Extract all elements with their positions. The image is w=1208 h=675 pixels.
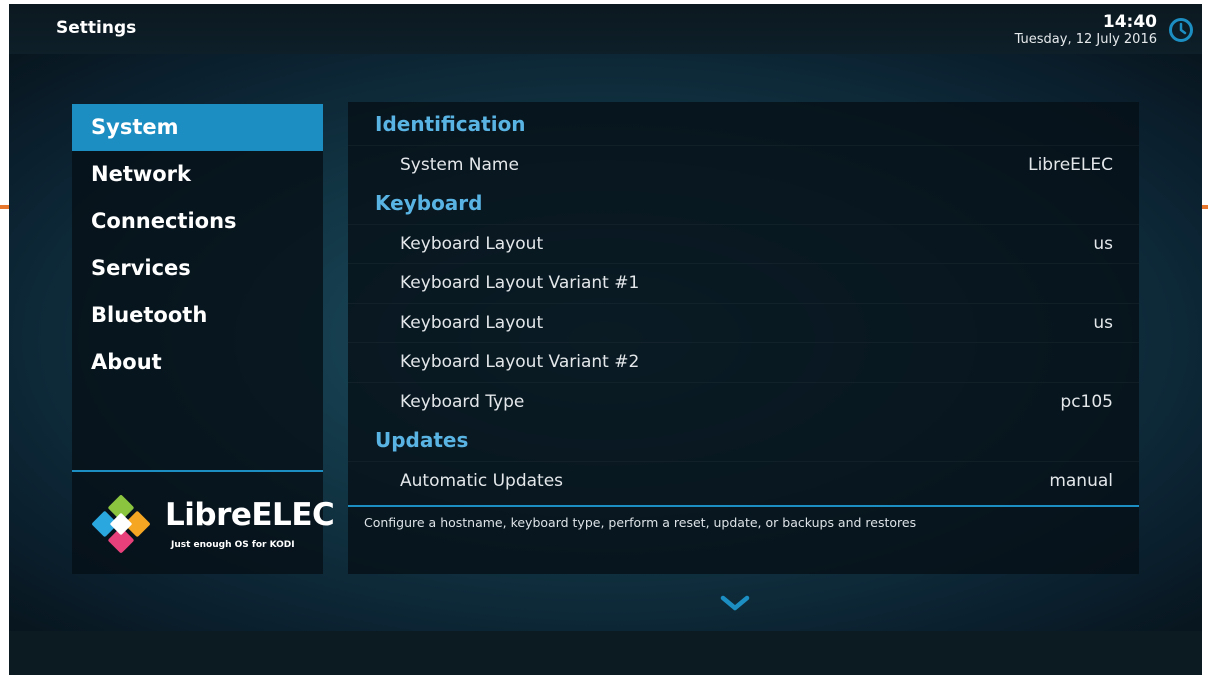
setting-value: pc105 <box>1060 391 1113 412</box>
section-header-identification: Identification <box>375 112 526 136</box>
frame-edge-mark-left <box>0 205 9 209</box>
sidebar-item-system[interactable]: System <box>72 104 323 151</box>
sidebar-item-connections[interactable]: Connections <box>72 198 323 245</box>
setting-row-keyboard-type[interactable]: Keyboard Type pc105 <box>348 381 1139 422</box>
setting-label: Keyboard Layout <box>400 312 544 333</box>
setting-label: Keyboard Layout Variant #1 <box>400 273 640 293</box>
settings-list: Identification System Name LibreELEC Key… <box>348 105 1139 500</box>
settings-sidebar: System Network Connections Services Blue… <box>72 104 335 574</box>
frame-edge-mark-right <box>1202 205 1208 209</box>
setting-label: System Name <box>400 154 519 175</box>
bottom-bar <box>9 631 1202 675</box>
settings-panel: Identification System Name LibreELEC Key… <box>348 102 1139 574</box>
libreelec-logo: LibreELEC Just enough OS for KODI <box>89 492 335 562</box>
setting-label: Keyboard Layout Variant #2 <box>400 352 640 372</box>
setting-row-keyboard-layout-1[interactable]: Keyboard Layout us <box>348 223 1139 264</box>
kodi-settings-screen: Settings 14:40 Tuesday, 12 July 2016 Sys… <box>9 4 1202 675</box>
libreelec-logo-icon <box>92 495 150 553</box>
setting-row-system-name[interactable]: System Name LibreELEC <box>348 144 1139 185</box>
logo-name: LibreELEC <box>165 497 335 533</box>
sidebar-divider <box>72 470 323 472</box>
section-header-keyboard: Keyboard <box>375 191 483 215</box>
top-bar: Settings 14:40 Tuesday, 12 July 2016 <box>9 4 1202 54</box>
setting-row-automatic-updates[interactable]: Automatic Updates manual <box>348 460 1139 501</box>
clock-date: Tuesday, 12 July 2016 <box>1014 32 1157 47</box>
setting-label: Keyboard Layout <box>400 233 544 254</box>
panel-divider <box>348 505 1139 507</box>
setting-row-keyboard-layout-2[interactable]: Keyboard Layout us <box>348 302 1139 343</box>
setting-label: Automatic Updates <box>400 470 564 491</box>
setting-value: us <box>1093 312 1113 333</box>
page-title: Settings <box>56 18 137 38</box>
sidebar-item-services[interactable]: Services <box>72 245 323 292</box>
clock-icon <box>1169 18 1193 42</box>
setting-row-keyboard-variant-2[interactable]: Keyboard Layout Variant #2 <box>348 342 1139 382</box>
setting-value: us <box>1093 233 1113 254</box>
setting-value: manual <box>1049 470 1113 491</box>
logo-tagline: Just enough OS for KODI <box>171 540 295 550</box>
setting-label: Keyboard Type <box>400 391 525 412</box>
setting-row-keyboard-variant-1[interactable]: Keyboard Layout Variant #1 <box>348 263 1139 303</box>
section-header-updates: Updates <box>375 428 469 452</box>
clock-time: 14:40 <box>1102 12 1157 32</box>
setting-description: Configure a hostname, keyboard type, per… <box>364 515 917 530</box>
chevron-down-icon[interactable] <box>720 593 750 613</box>
setting-value: LibreELEC <box>1028 154 1113 175</box>
sidebar-item-network[interactable]: Network <box>72 151 323 198</box>
sidebar-item-about[interactable]: About <box>72 339 323 386</box>
sidebar-item-bluetooth[interactable]: Bluetooth <box>72 292 323 339</box>
